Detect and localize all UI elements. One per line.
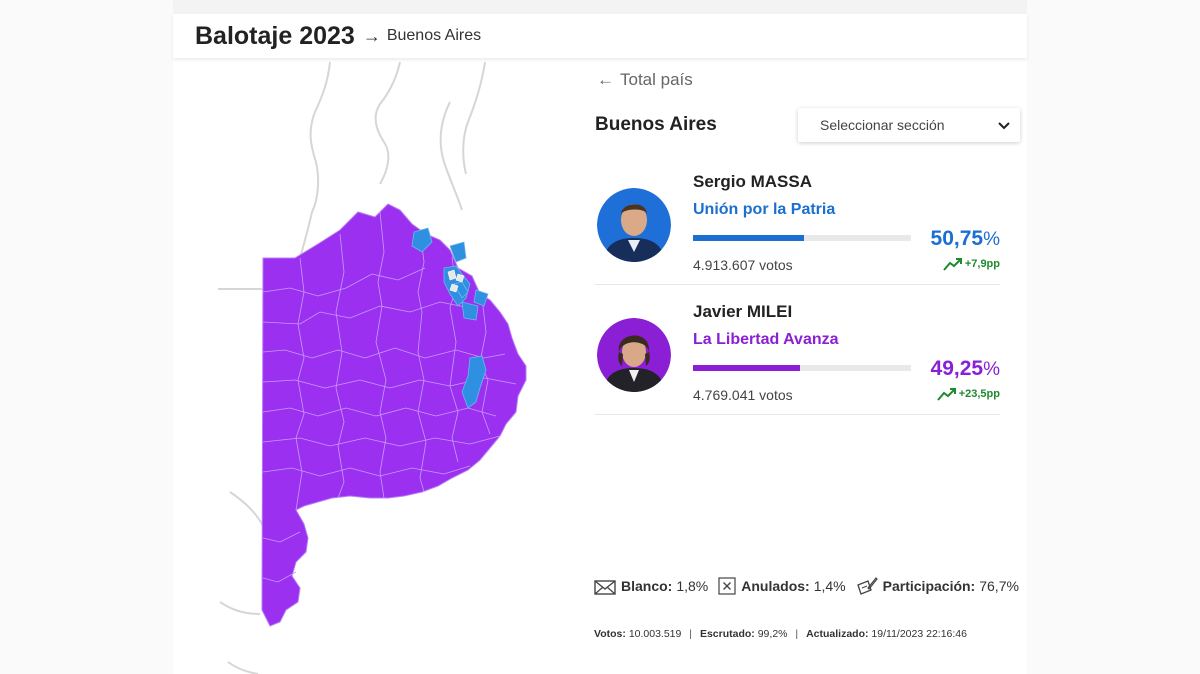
vote-percentage: 49,25%	[931, 357, 1000, 381]
arrow-left-icon: ←	[597, 70, 614, 89]
vote-share-fill	[693, 235, 804, 241]
candidate-row-massa[interactable]: Sergio MASSA Unión por la Patria 50,75% …	[595, 166, 1000, 285]
breadcrumb-region[interactable]: Buenos Aires	[387, 27, 481, 45]
footer-escrutado-label: Escrutado:	[699, 628, 755, 640]
ballot-pen-icon	[856, 577, 878, 595]
top-strip	[173, 0, 1027, 14]
vote-count: 4.913.607 votos	[693, 257, 793, 273]
stat-participacion: Participación: 76,7%	[856, 576, 1019, 596]
trend-up-icon	[943, 258, 962, 271]
footer-escrutado-value: 99,2%	[757, 628, 788, 640]
stat-blanco: Blanco: 1,8%	[594, 577, 708, 595]
arrow-right-icon: →	[362, 25, 381, 46]
avatar-massa	[597, 188, 671, 262]
buenos-aires-province[interactable]	[261, 203, 527, 627]
right-margin	[1027, 0, 1200, 674]
page-header: Balotaje 2023 → Buenos Aires	[173, 14, 1027, 58]
candidate-party: Unión por la Patria	[693, 201, 836, 218]
stat-value: 76,7%	[979, 578, 1019, 594]
footer-votes-value: 10.003.519	[628, 628, 682, 640]
province-map[interactable]	[200, 62, 560, 674]
stat-value: 1,8%	[676, 578, 709, 594]
trend-value: +7,9pp	[964, 258, 1000, 270]
stat-label: Blanco:	[621, 578, 673, 594]
back-to-country-link[interactable]: ← Total país	[597, 70, 693, 90]
cross-box-icon	[718, 577, 736, 595]
candidate-name: Javier MILEI	[693, 302, 793, 321]
avatar-milei	[597, 318, 671, 392]
vote-count: 4.769.041 votos	[693, 387, 793, 403]
percentage-value: 50,75	[930, 227, 984, 250]
trend-indicator: +23,5pp	[936, 387, 1000, 401]
vote-percentage: 50,75%	[931, 227, 1000, 251]
region-title: Buenos Aires	[595, 114, 717, 135]
back-label: Total país	[620, 70, 693, 89]
vote-share-bar	[693, 235, 911, 241]
chevron-down-icon	[998, 117, 1010, 133]
summary-stats: Blanco: 1,8% Anulados: 1,4% Participació…	[594, 576, 1029, 596]
section-select-value: Seleccionar sección	[820, 117, 945, 133]
candidate-row-milei[interactable]: Javier MILEI La Libertad Avanza 49,25% 4…	[595, 296, 1000, 415]
footer-actualizado-label: Actualizado:	[806, 628, 869, 640]
results-footer: Votos: 10.003.519 | Escrutado: 99,2% | A…	[594, 628, 967, 640]
stat-label: Participación:	[882, 578, 976, 594]
footer-actualizado-value: 19/11/2023 22:16:46	[871, 628, 967, 640]
footer-votes-label: Votos:	[594, 628, 626, 640]
candidate-party: La Libertad Avanza	[693, 331, 839, 348]
percentage-sign: %	[983, 359, 1000, 380]
trend-indicator: +7,9pp	[943, 257, 1000, 271]
vote-share-bar	[693, 365, 911, 371]
percentage-sign: %	[983, 229, 1000, 250]
page-title: Balotaje 2023	[195, 21, 355, 50]
envelope-icon	[594, 580, 616, 595]
section-select[interactable]: Seleccionar sección	[798, 108, 1020, 142]
percentage-value: 49,25	[930, 357, 984, 380]
stat-label: Anulados:	[741, 578, 810, 594]
trend-up-icon	[936, 388, 956, 401]
footer-separator: |	[689, 628, 693, 640]
stat-anulados: Anulados: 1,4%	[718, 577, 846, 595]
stat-value: 1,4%	[813, 578, 846, 594]
trend-value: +23,5pp	[958, 388, 1000, 400]
vote-share-fill	[693, 365, 801, 371]
footer-separator: |	[795, 628, 799, 640]
left-margin	[0, 0, 173, 674]
candidate-name: Sergio MASSA	[693, 172, 813, 191]
